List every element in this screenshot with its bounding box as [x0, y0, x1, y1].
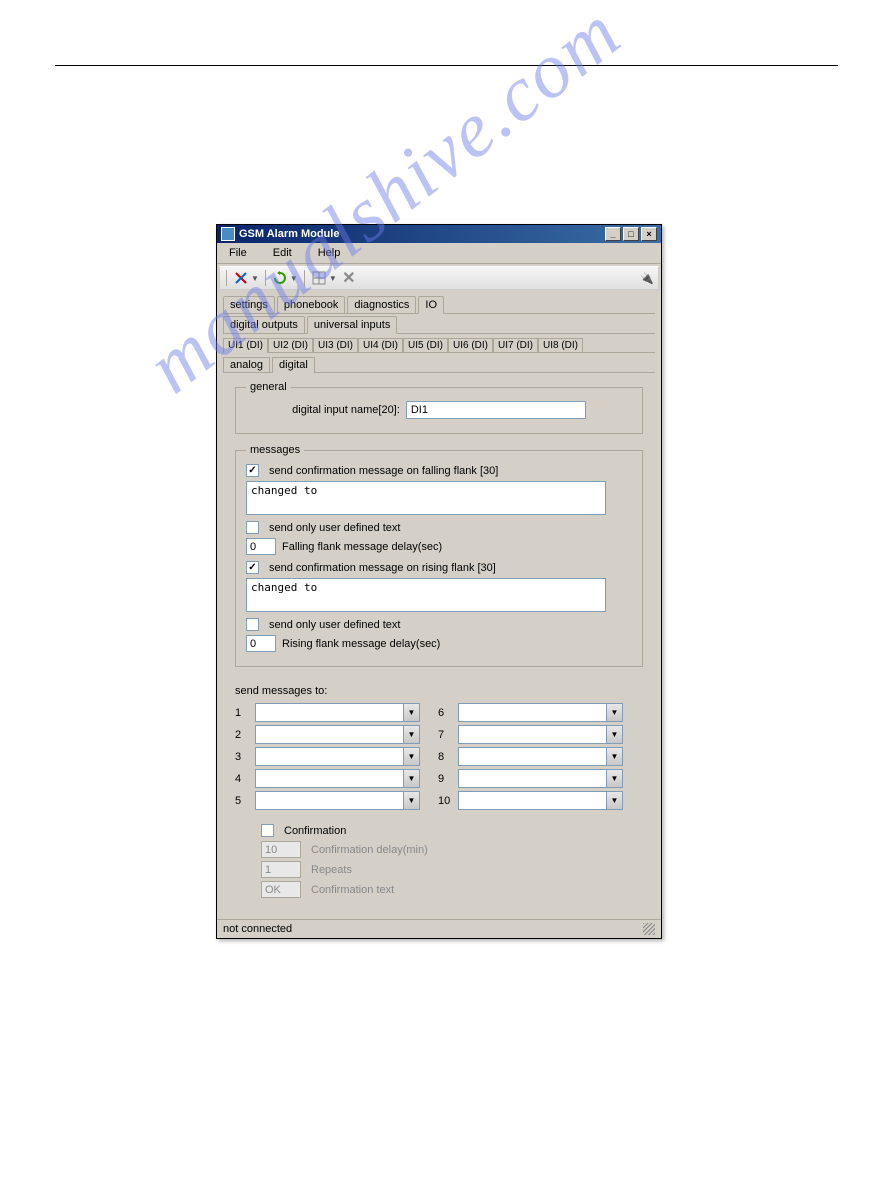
sub-tabs: digital outputs universal inputs: [223, 316, 655, 334]
tabs-area: settings phonebook diagnostics IO digita…: [217, 292, 661, 919]
recipient-8-select[interactable]: ▼: [458, 747, 623, 766]
tab-analog[interactable]: analog: [223, 357, 270, 372]
resize-grip-icon[interactable]: [643, 923, 655, 935]
tab-ui2[interactable]: UI2 (DI): [268, 338, 313, 352]
confirmation-checkbox[interactable]: [261, 824, 274, 837]
falling-text-input[interactable]: [246, 481, 606, 515]
confirmation-delay-label: Confirmation delay(min): [311, 844, 428, 856]
close-button[interactable]: ×: [641, 227, 657, 241]
title-bar: GSM Alarm Module _ □ ×: [217, 225, 661, 243]
tab-diagnostics[interactable]: diagnostics: [347, 296, 416, 313]
tab-ui6[interactable]: UI6 (DI): [448, 338, 493, 352]
content-area: general digital input name[20]: messages…: [223, 373, 655, 915]
rising-userdef-label: send only user defined text: [269, 619, 400, 631]
status-text: not connected: [223, 923, 292, 935]
confirmation-label: Confirmation: [284, 825, 346, 837]
refresh-icon[interactable]: [272, 270, 288, 286]
ui-tabs: UI1 (DI) UI2 (DI) UI3 (DI) UI4 (DI) UI5 …: [223, 338, 655, 353]
input-name-label: digital input name[20]:: [292, 404, 400, 416]
page-rule: [55, 65, 838, 66]
tab-ui1[interactable]: UI1 (DI): [223, 338, 268, 353]
recip-num: 1: [235, 707, 249, 719]
dropdown-icon[interactable]: ▼: [290, 274, 298, 283]
general-legend: general: [246, 381, 291, 393]
tab-universal-inputs[interactable]: universal inputs: [307, 316, 397, 334]
menu-edit[interactable]: Edit: [269, 245, 296, 261]
send-to-label: send messages to:: [235, 685, 643, 697]
status-bar: not connected: [217, 919, 661, 938]
recipient-3-select[interactable]: ▼: [255, 747, 420, 766]
confirmation-section: Confirmation Confirmation delay(min) Rep…: [261, 824, 643, 898]
tool-icon-1[interactable]: [233, 270, 249, 286]
tab-ui5[interactable]: UI5 (DI): [403, 338, 448, 352]
recip-num: 6: [438, 707, 452, 719]
recipient-7-select[interactable]: ▼: [458, 725, 623, 744]
recipient-5-select[interactable]: ▼: [255, 791, 420, 810]
menu-file[interactable]: File: [225, 245, 251, 261]
rising-userdef-checkbox[interactable]: [246, 618, 259, 631]
tab-digital-outputs[interactable]: digital outputs: [223, 316, 305, 333]
app-icon: [221, 227, 235, 241]
messages-legend: messages: [246, 444, 304, 456]
recipient-1-select[interactable]: ▼: [255, 703, 420, 722]
recip-num: 7: [438, 729, 452, 741]
recipient-2-select[interactable]: ▼: [255, 725, 420, 744]
main-tabs: settings phonebook diagnostics IO: [223, 296, 655, 314]
recipients-grid: 1 ▼ 2 ▼ 3 ▼ 4 ▼ 5 ▼ 6 ▼ 7 ▼ 8 ▼ 9 ▼ 10 ▼: [235, 703, 643, 810]
tab-ui8[interactable]: UI8 (DI): [538, 338, 583, 352]
maximize-button[interactable]: □: [623, 227, 639, 241]
input-name-field[interactable]: [406, 401, 586, 419]
dropdown-icon[interactable]: ▼: [329, 274, 337, 283]
recip-num: 2: [235, 729, 249, 741]
confirmation-repeats-label: Repeats: [311, 864, 352, 876]
falling-flank-label: send confirmation message on falling fla…: [269, 465, 498, 477]
recipient-9-select[interactable]: ▼: [458, 769, 623, 788]
tab-ui4[interactable]: UI4 (DI): [358, 338, 403, 352]
recipient-4-select[interactable]: ▼: [255, 769, 420, 788]
menu-bar: File Edit Help: [217, 243, 661, 264]
rising-text-input[interactable]: [246, 578, 606, 612]
window-title: GSM Alarm Module: [239, 228, 605, 240]
plug-icon: 🔌: [640, 272, 654, 285]
recip-num: 9: [438, 773, 452, 785]
messages-group: messages send confirmation message on fa…: [235, 444, 643, 667]
tab-ui3[interactable]: UI3 (DI): [313, 338, 358, 352]
tab-digital[interactable]: digital: [272, 357, 315, 373]
rising-delay-label: Rising flank message delay(sec): [282, 638, 440, 650]
rising-flank-checkbox[interactable]: [246, 561, 259, 574]
app-window: GSM Alarm Module _ □ × File Edit Help ▼ …: [216, 224, 662, 939]
minimize-button[interactable]: _: [605, 227, 621, 241]
falling-flank-checkbox[interactable]: [246, 464, 259, 477]
tab-ui7[interactable]: UI7 (DI): [493, 338, 538, 352]
recip-num: 10: [438, 795, 452, 807]
confirmation-repeats-input: [261, 861, 301, 878]
falling-delay-label: Falling flank message delay(sec): [282, 541, 442, 553]
tab-io[interactable]: IO: [418, 296, 444, 314]
recip-num: 8: [438, 751, 452, 763]
grid-icon[interactable]: [311, 270, 327, 286]
recipient-6-select[interactable]: ▼: [458, 703, 623, 722]
dropdown-icon[interactable]: ▼: [251, 274, 259, 283]
menu-help[interactable]: Help: [314, 245, 345, 261]
confirmation-text-input: [261, 881, 301, 898]
tab-phonebook[interactable]: phonebook: [277, 296, 345, 313]
tab-settings[interactable]: settings: [223, 296, 275, 313]
delete-icon[interactable]: ✕: [341, 270, 357, 286]
recip-num: 3: [235, 751, 249, 763]
rising-flank-label: send confirmation message on rising flan…: [269, 562, 496, 574]
falling-userdef-label: send only user defined text: [269, 522, 400, 534]
recipient-10-select[interactable]: ▼: [458, 791, 623, 810]
recip-num: 4: [235, 773, 249, 785]
falling-userdef-checkbox[interactable]: [246, 521, 259, 534]
confirmation-text-label: Confirmation text: [311, 884, 394, 896]
confirmation-delay-input: [261, 841, 301, 858]
general-group: general digital input name[20]:: [235, 381, 643, 434]
window-controls: _ □ ×: [605, 227, 657, 241]
rising-delay-input[interactable]: [246, 635, 276, 652]
mode-tabs: analog digital: [223, 357, 655, 373]
toolbar: ▼ ▼ ▼ ✕ 🔌: [219, 266, 659, 290]
recip-num: 5: [235, 795, 249, 807]
falling-delay-input[interactable]: [246, 538, 276, 555]
